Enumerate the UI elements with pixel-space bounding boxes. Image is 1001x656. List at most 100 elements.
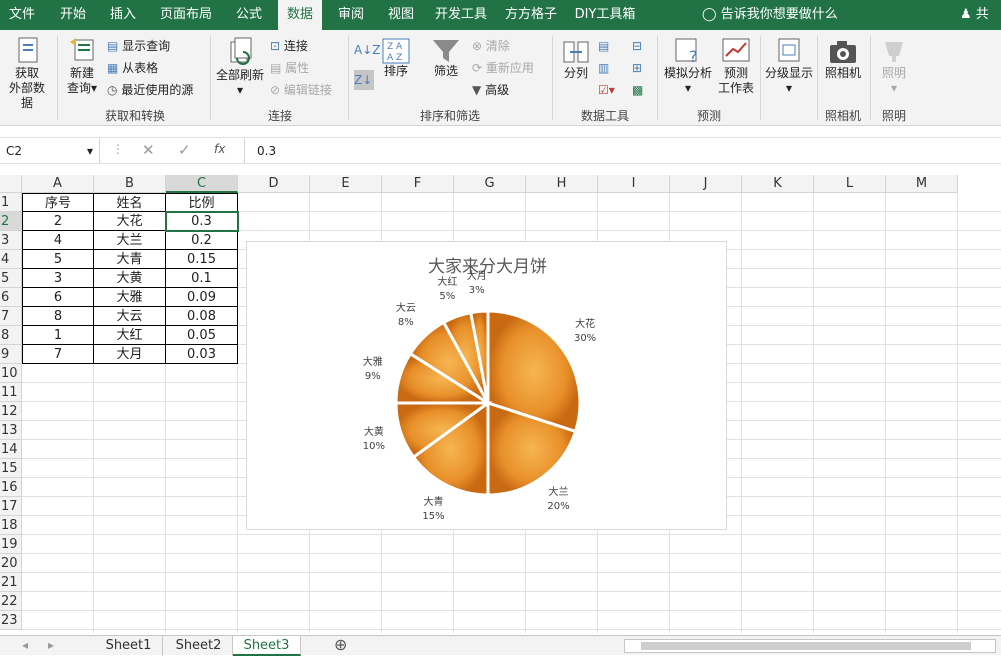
tab-3[interactable]: 页面布局 (152, 0, 220, 30)
row-header-7[interactable]: 7 (0, 307, 22, 326)
add-sheet-icon[interactable]: ⊕ (334, 635, 347, 654)
table-cell[interactable]: 0.1 (166, 269, 238, 288)
tab-6[interactable]: 审阅 (330, 0, 372, 30)
row-header-19[interactable]: 19 (0, 535, 22, 554)
forecast-sheet-button[interactable]: 预测 工作表 (716, 36, 756, 96)
table-cell[interactable]: 大兰 (94, 231, 166, 250)
scroll-left-icon[interactable]: ◂ (22, 638, 28, 652)
table-cell[interactable]: 0.03 (166, 345, 238, 364)
get-external-data-button[interactable]: 获取 外部数据 (4, 36, 50, 111)
row-header-15[interactable]: 15 (0, 459, 22, 478)
tab-5[interactable]: 数据 (278, 0, 322, 30)
table-cell[interactable]: 3 (22, 269, 94, 288)
sheet-tab-2[interactable]: Sheet2 (165, 636, 233, 656)
clear-button[interactable]: ⊗ 清除 (472, 36, 510, 56)
scrollbar-thumb[interactable] (641, 642, 971, 650)
enter-icon[interactable]: ✓ (178, 141, 191, 159)
table-cell[interactable]: 大黄 (94, 269, 166, 288)
properties-button[interactable]: ▤ 属性 (270, 58, 309, 78)
table-cell[interactable]: 大雅 (94, 288, 166, 307)
column-header-k[interactable]: K (742, 175, 814, 193)
reapply-button[interactable]: ⟳ 重新应用 (472, 58, 534, 78)
row-header-11[interactable]: 11 (0, 383, 22, 402)
filter-button[interactable]: 筛选 (428, 38, 464, 79)
row-header-21[interactable]: 21 (0, 573, 22, 592)
chevron-down-icon[interactable]: ▾ (87, 138, 93, 164)
row-header-8[interactable]: 8 (0, 326, 22, 345)
tab-10[interactable]: DIY工具箱 (570, 0, 640, 30)
column-header-b[interactable]: B (94, 175, 166, 193)
remove-duplicates-icon[interactable]: ▥ (598, 58, 609, 78)
flash-fill-icon[interactable]: ▤ (598, 36, 609, 56)
tab-9[interactable]: 方方格子 (500, 0, 562, 30)
tab-8[interactable]: 开发工具 (430, 0, 492, 30)
table-cell[interactable]: 大云 (94, 307, 166, 326)
pie-chart[interactable]: 大家来分大月饼 大花 30% 大兰 20% 大青 15% 大黄 10% 大雅 9% 大云 8% 大红 5%… (246, 241, 727, 530)
column-header-f[interactable]: F (382, 175, 454, 193)
data-model-icon[interactable]: ▩ (632, 80, 643, 100)
row-header-16[interactable]: 16 (0, 478, 22, 497)
column-header-l[interactable]: L (814, 175, 886, 193)
row-header-2[interactable]: 2 (0, 212, 22, 231)
table-cell[interactable]: 大月 (94, 345, 166, 364)
table-header-cell[interactable]: 姓名 (94, 193, 166, 212)
select-all-corner[interactable] (0, 175, 22, 193)
consolidate-icon[interactable]: ⊟ (632, 36, 642, 56)
refresh-all-button[interactable]: 全部刷新 ▾ (214, 36, 266, 98)
tab-2[interactable]: 插入 (102, 0, 144, 30)
lighting-button[interactable]: 照明 ▾ (874, 38, 914, 96)
row-header-13[interactable]: 13 (0, 421, 22, 440)
table-header-cell[interactable]: 比例 (166, 193, 238, 212)
column-header-g[interactable]: G (454, 175, 526, 193)
table-cell[interactable]: 5 (22, 250, 94, 269)
tab-0[interactable]: 文件 (0, 0, 44, 30)
table-cell[interactable]: 大青 (94, 250, 166, 269)
horizontal-scrollbar[interactable] (624, 639, 996, 653)
table-cell[interactable]: 8 (22, 307, 94, 326)
table-cell[interactable]: 0.08 (166, 307, 238, 326)
column-header-c[interactable]: C (166, 175, 238, 193)
column-header-h[interactable]: H (526, 175, 598, 193)
row-header-12[interactable]: 12 (0, 402, 22, 421)
from-table-button[interactable]: ▦ 从表格 (107, 58, 158, 78)
scroll-right-icon[interactable]: ▸ (48, 638, 54, 652)
sort-ascending-icon[interactable]: A↓Z (354, 40, 380, 60)
camera-button[interactable]: 照相机 (820, 38, 866, 81)
column-header-j[interactable]: J (670, 175, 742, 193)
sort-button[interactable]: Z AA Z 排序 (380, 38, 412, 79)
insert-function-icon[interactable]: fx (214, 142, 225, 156)
recent-sources-button[interactable]: ◷ 最近使用的源 (107, 80, 193, 100)
row-header-18[interactable]: 18 (0, 516, 22, 535)
table-cell[interactable]: 0.15 (166, 250, 238, 269)
what-if-analysis-button[interactable]: ? 模拟分析 ▾ (662, 36, 714, 96)
column-header-i[interactable]: I (598, 175, 670, 193)
table-cell[interactable]: 2 (22, 212, 94, 231)
table-cell[interactable]: 0.05 (166, 326, 238, 345)
row-header-14[interactable]: 14 (0, 440, 22, 459)
row-header-1[interactable]: 1 (0, 193, 22, 212)
share-button[interactable]: ♟ 共享 (960, 0, 1001, 52)
edit-links-button[interactable]: ⊘ 编辑链接 (270, 80, 332, 100)
row-header-6[interactable]: 6 (0, 288, 22, 307)
row-header-22[interactable]: 22 (0, 592, 22, 611)
sheet-tab-3[interactable]: Sheet3 (233, 636, 301, 656)
outline-button[interactable]: 分级显示 ▾ (762, 36, 816, 96)
connections-button[interactable]: ⊡ 连接 (270, 36, 308, 56)
row-header-17[interactable]: 17 (0, 497, 22, 516)
name-box[interactable]: C2 ▾ (0, 138, 100, 164)
advanced-button[interactable]: ▼ 高级 (472, 80, 509, 100)
formula-input[interactable]: 0.3 (244, 138, 1001, 164)
table-header-cell[interactable]: 序号 (22, 193, 94, 212)
table-cell[interactable]: 大花 (94, 212, 166, 231)
column-header-e[interactable]: E (310, 175, 382, 193)
tell-me-search[interactable]: ◯ 告诉我你想要做什么 (702, 0, 838, 30)
table-cell[interactable]: 1 (22, 326, 94, 345)
column-header-m[interactable]: M (886, 175, 958, 193)
table-cell[interactable]: 大红 (94, 326, 166, 345)
tab-1[interactable]: 开始 (52, 0, 94, 30)
tab-4[interactable]: 公式 (228, 0, 270, 30)
row-header-9[interactable]: 9 (0, 345, 22, 364)
column-header-d[interactable]: D (238, 175, 310, 193)
sheet-tab-1[interactable]: Sheet1 (95, 636, 163, 656)
table-cell[interactable]: 6 (22, 288, 94, 307)
